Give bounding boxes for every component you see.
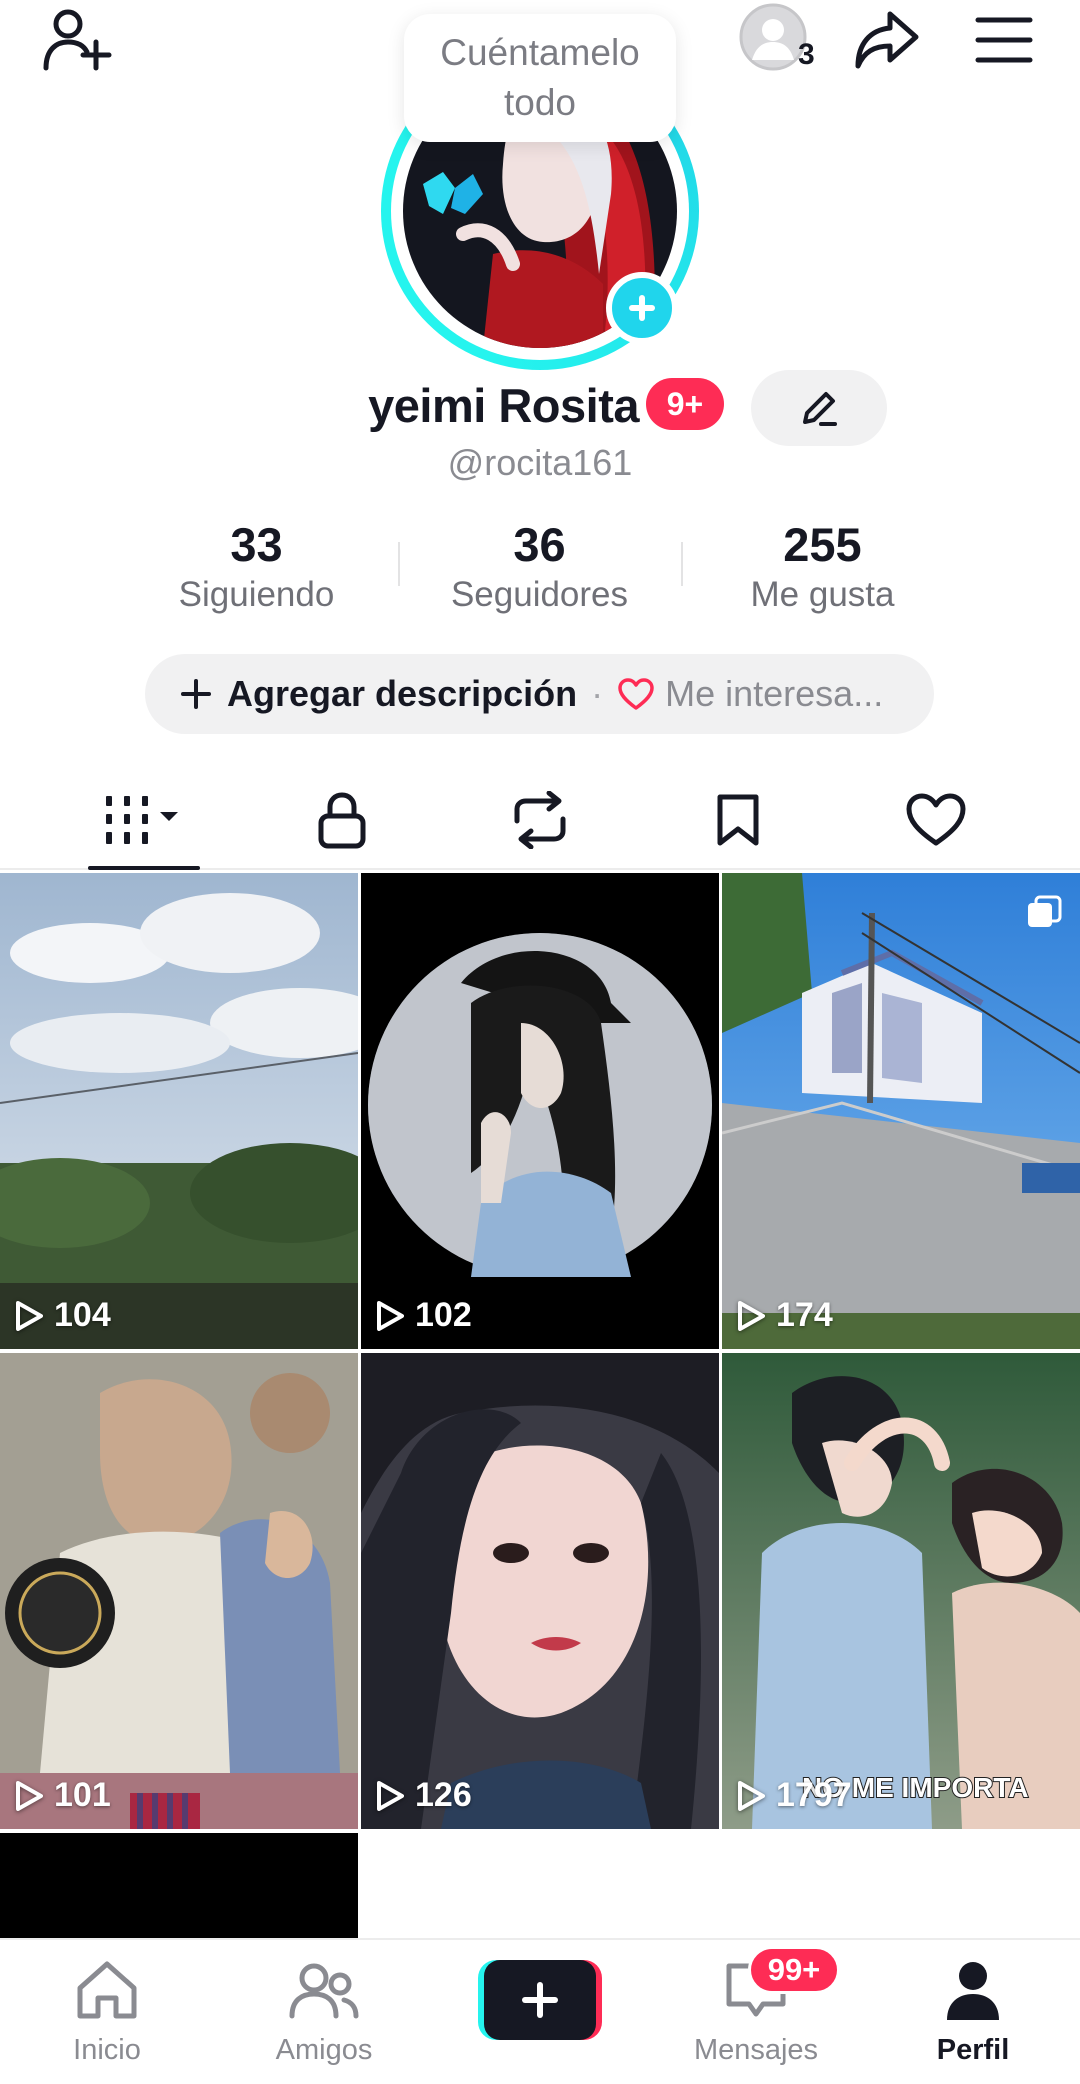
profile-icon (947, 1962, 999, 2020)
likes-label: Me gusta (750, 575, 895, 614)
video-tile[interactable]: 104 (0, 873, 358, 1349)
play-icon (16, 1300, 43, 1331)
nav-home[interactable]: Inicio (17, 1958, 197, 2078)
add-description-pill[interactable]: Agregar descripción · Me interesa... (145, 654, 934, 734)
add-story-button[interactable] (606, 272, 678, 344)
menu-button[interactable] (972, 10, 1036, 70)
profile-tabs (0, 770, 1080, 870)
nav-profile[interactable]: Perfil (883, 1958, 1063, 2078)
plus-icon (179, 677, 213, 711)
grid-icon (106, 796, 178, 844)
tab-favorites[interactable] (668, 770, 808, 870)
video-tile[interactable]: 101 (0, 1353, 358, 1829)
viewers-count: 3 (798, 38, 815, 71)
add-friend-button[interactable] (40, 6, 116, 72)
edit-profile-button[interactable] (751, 370, 887, 446)
name-notification-badge[interactable]: 9+ (646, 378, 724, 430)
following-stat[interactable]: 33 Siguiendo (115, 518, 398, 618)
repost-icon (514, 791, 566, 849)
view-count: 102 (375, 1296, 472, 1335)
pencil-icon (803, 392, 837, 426)
followers-count: 36 (513, 518, 566, 571)
friends-icon (289, 1963, 359, 2019)
nav-home-label: Inicio (73, 2034, 141, 2066)
tab-reposts[interactable] (470, 770, 610, 870)
followers-stat[interactable]: 36 Seguidores (398, 518, 681, 618)
interests-label[interactable]: Me interesa... (665, 673, 883, 715)
nav-messages-label: Mensajes (693, 2034, 819, 2066)
bottom-nav: Inicio Amigos Mensajes 99+ Perfil (0, 1938, 1080, 2084)
nav-friends-label: Amigos (275, 2034, 373, 2066)
video-tile[interactable]: 174 (722, 873, 1080, 1349)
video-thumbnail (361, 873, 719, 1349)
play-icon (738, 1780, 765, 1811)
plus-icon (484, 1960, 596, 2040)
video-thumbnail (722, 1353, 1080, 1829)
likes-count: 255 (783, 518, 862, 571)
tab-private[interactable] (272, 770, 412, 870)
video-thumbnail (722, 873, 1080, 1349)
active-tab-indicator (88, 866, 200, 870)
name-row: yeimi Rosita 9+ (0, 370, 1080, 446)
video-thumbnail (0, 873, 358, 1349)
heart-icon (906, 793, 966, 846)
video-tile[interactable] (0, 1833, 358, 1938)
nav-profile-label: Perfil (936, 2034, 1010, 2066)
heart-outline-icon (618, 678, 654, 710)
profile-stats: 33 Siguiendo 36 Seguidores 255 Me gusta (115, 518, 965, 618)
hamburger-menu-icon (975, 17, 1033, 63)
add-description-label[interactable]: Agregar descripción (227, 673, 577, 715)
play-icon (16, 1780, 43, 1811)
view-count: 104 (14, 1296, 111, 1335)
video-tile[interactable]: 102 (361, 873, 719, 1349)
view-count: 126 (375, 1776, 472, 1815)
followers-label: Seguidores (450, 575, 629, 614)
tab-videos[interactable] (74, 770, 214, 870)
note-bubble[interactable]: Cuéntamelo todo (404, 14, 676, 142)
messages-badge: 99+ (748, 1946, 840, 1994)
view-count: 174 (736, 1296, 833, 1335)
likes-stat[interactable]: 255 Me gusta (681, 518, 964, 618)
bookmark-icon (717, 794, 759, 846)
video-thumbnail (361, 1353, 719, 1829)
video-tile[interactable]: NO ME IMPORTA 1797 (722, 1353, 1080, 1829)
display-name: yeimi Rosita (368, 379, 639, 432)
multi-photo-icon (1028, 895, 1062, 927)
view-count: 1797 (736, 1776, 852, 1815)
share-icon (855, 11, 919, 69)
profile-viewers-button[interactable]: 3 (738, 2, 838, 74)
video-tile[interactable]: 126 (361, 1353, 719, 1829)
lock-icon (318, 792, 366, 849)
video-thumbnail (0, 1353, 358, 1829)
play-icon (377, 1780, 404, 1811)
following-count: 33 (230, 518, 283, 571)
separator-dot: · (591, 673, 604, 714)
nav-friends[interactable]: Amigos (234, 1958, 414, 2078)
home-icon (77, 1961, 137, 2019)
share-profile-button[interactable] (852, 4, 922, 74)
view-count: 101 (14, 1776, 111, 1815)
tab-liked[interactable] (866, 770, 1006, 870)
create-button[interactable] (478, 1960, 602, 2040)
play-icon (738, 1300, 765, 1331)
username-handle: @rocita161 (447, 442, 633, 483)
play-icon (377, 1300, 404, 1331)
add-user-icon (43, 9, 112, 71)
following-label: Siguiendo (178, 575, 335, 614)
